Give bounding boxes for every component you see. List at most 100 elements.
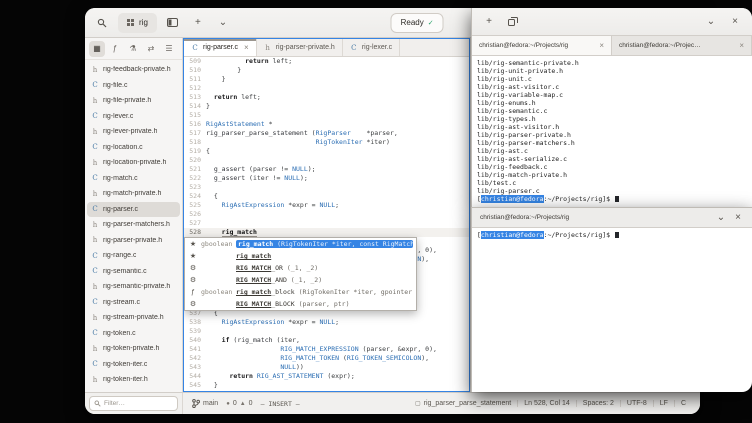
language-indicator[interactable]: C bbox=[673, 400, 692, 407]
completion-row[interactable]: ★ rig_match bbox=[185, 250, 416, 262]
close-icon[interactable]: × bbox=[739, 41, 744, 50]
filetype-icon: C bbox=[92, 205, 98, 214]
macro-icon: ⚙ bbox=[189, 265, 197, 272]
filetype-icon: h bbox=[92, 344, 98, 353]
eol-indicator[interactable]: LF bbox=[652, 400, 674, 407]
terminal-line: lib/rig-semantic-private.h bbox=[477, 59, 579, 67]
code-token: RIG_MATCH_EXPRESSION bbox=[280, 345, 359, 353]
terminal-menu-chevron[interactable]: ⌄ bbox=[702, 13, 720, 31]
terminal-1-close-button[interactable]: × bbox=[726, 13, 744, 31]
symbol-breadcrumb[interactable]: ▢ rig_parser_parse_statement bbox=[409, 400, 517, 407]
file-item[interactable]: Crig-stream.c bbox=[85, 295, 182, 311]
file-item[interactable]: Crig-match.c bbox=[85, 171, 182, 187]
encoding-indicator[interactable]: UTF-8 bbox=[619, 400, 653, 407]
completion-row[interactable]: ★ gboolean rig_match (RigTokenIter *iter, … bbox=[185, 238, 416, 250]
terminal-tab[interactable]: christian@fedora:~/Projects/rig × bbox=[472, 36, 612, 55]
completion-body: rig_match (RigTokenIter *iter, const Rig… bbox=[236, 240, 413, 248]
completion-row[interactable]: ⚙ RIG_MATCH_AND (_1, _2) bbox=[185, 274, 416, 286]
file-name: rig-parser-private.h bbox=[103, 236, 163, 244]
star-icon: ★ bbox=[189, 253, 197, 260]
file-name: rig-match-private.h bbox=[103, 190, 162, 198]
file-item[interactable]: h rig-token-iter.h bbox=[85, 372, 182, 388]
new-page-button[interactable]: + bbox=[189, 14, 207, 32]
completion-row[interactable]: ⚙ RIG_MATCH_BLOCK (parser, ptr) bbox=[185, 298, 416, 310]
terminal-window-2: christian@fedora:~/Projects/rig ⌄ × [chr… bbox=[471, 207, 752, 392]
diagnostics-indicator[interactable]: ● 0 ▲ 0 bbox=[226, 400, 252, 407]
file-item[interactable]: Crig-file.c bbox=[85, 78, 182, 94]
tab-label: rig-parser.c bbox=[203, 44, 239, 51]
file-item[interactable]: Crig-parser.c bbox=[87, 201, 180, 217]
file-item[interactable]: Crig-token.c bbox=[85, 326, 182, 342]
terminal-2-chevron[interactable]: ⌄ bbox=[715, 212, 727, 224]
sidebar-switcher-icon[interactable]: ▦ bbox=[89, 40, 105, 57]
terminal-1-content[interactable]: lib/rig-semantic-private.h lib/rig-unit-p… bbox=[472, 56, 752, 207]
line-number: 545 bbox=[189, 381, 201, 389]
terminal-line: lib/rig-match-private.h bbox=[477, 171, 568, 179]
file-item[interactable]: h rig-location-private.h bbox=[85, 155, 182, 171]
code-token: )) bbox=[296, 363, 304, 371]
line-number: 542 bbox=[189, 354, 201, 362]
build-status-button[interactable]: Ready ✓ bbox=[390, 12, 444, 33]
project-omnibox[interactable]: rig bbox=[118, 12, 157, 33]
branch-indicator[interactable]: main bbox=[192, 399, 218, 408]
symbol-icon: ▢ bbox=[415, 401, 421, 407]
project-name: rig bbox=[139, 18, 148, 27]
sidebar-switcher-icon[interactable]: ☰ bbox=[161, 41, 177, 57]
terminal-new-tab-button[interactable]: + bbox=[480, 13, 498, 31]
terminal-2-titlebar: christian@fedora:~/Projects/rig ⌄ × bbox=[472, 208, 752, 228]
editor-tab[interactable]: h rig-parser-private.h bbox=[257, 39, 343, 56]
func-icon: ƒ bbox=[191, 288, 195, 296]
terminal-tab[interactable]: christian@fedora:~/Projec… × bbox=[612, 36, 752, 55]
filetype-icon: C bbox=[92, 143, 98, 152]
file-item[interactable]: h rig-lever-private.h bbox=[85, 124, 182, 140]
cursor-position[interactable]: Ln 528, Col 14 bbox=[517, 400, 576, 407]
sidebar-switcher-icon[interactable]: ƒ bbox=[107, 41, 123, 57]
terminal-line: lib/rig-feedback.c bbox=[477, 163, 548, 171]
filter-input[interactable]: Filter… bbox=[89, 396, 178, 411]
branch-icon bbox=[192, 399, 200, 408]
file-item[interactable]: h rig-file-private.h bbox=[85, 93, 182, 109]
completion-row[interactable]: ƒ gboolean rig_match_block (RigTokenIter *… bbox=[185, 286, 416, 298]
editor-tab[interactable]: Crig-parser.c × bbox=[184, 39, 257, 56]
file-item[interactable]: h rig-semantic-private.h bbox=[85, 279, 182, 295]
editor-tab[interactable]: Crig-lexer.c bbox=[343, 39, 401, 56]
terminal-line: lib/rig-unit-private.h bbox=[477, 67, 564, 75]
terminal-2-close-button[interactable]: × bbox=[732, 212, 744, 224]
file-item[interactable]: Crig-lever.c bbox=[85, 109, 182, 125]
file-item[interactable]: Crig-location.c bbox=[85, 140, 182, 156]
line-number: 513 bbox=[189, 93, 201, 101]
star-icon: ★ bbox=[189, 241, 197, 248]
line-number: 527 bbox=[189, 219, 201, 227]
code-token: RIG_MATCH_TOKEN bbox=[280, 354, 340, 362]
file-item[interactable]: h rig-token-private.h bbox=[85, 341, 182, 357]
completion-row[interactable]: ⚙ RIG_MATCH_OR (_1, _2) bbox=[185, 262, 416, 274]
terminal-2-content[interactable]: [christian@fedora:~/Projects/rig]$ bbox=[472, 228, 752, 392]
line-number: 543 bbox=[189, 363, 201, 371]
file-item[interactable]: Crig-semantic.c bbox=[85, 264, 182, 280]
file-item[interactable]: Crig-range.c bbox=[85, 248, 182, 264]
return-type: gboolean bbox=[201, 288, 233, 296]
terminal-line: lib/rig-ast.c bbox=[477, 147, 528, 155]
page-chevron-button[interactable]: ⌄ bbox=[214, 14, 232, 32]
close-icon[interactable]: × bbox=[599, 41, 604, 50]
terminal-tab-overview-button[interactable] bbox=[504, 13, 522, 31]
code-area[interactable]: 509 return left; 510 } 511 } 512 513 return … bbox=[184, 57, 469, 391]
code-line: 528 rig_match bbox=[184, 228, 469, 237]
file-item[interactable]: h rig-match-private.h bbox=[85, 186, 182, 202]
search-button[interactable] bbox=[93, 14, 111, 32]
file-item[interactable]: h rig-parser-private.h bbox=[85, 233, 182, 249]
filetype-icon: h bbox=[92, 127, 98, 136]
file-item[interactable]: h rig-parser-matchers.h bbox=[85, 217, 182, 233]
file-item[interactable]: h rig-stream-private.h bbox=[85, 310, 182, 326]
sidebar-switcher-icon[interactable]: ⚗ bbox=[125, 41, 141, 57]
file-item[interactable]: Crig-token-iter.c bbox=[85, 357, 182, 373]
file-item[interactable]: h rig-feedback-private.h bbox=[85, 62, 182, 78]
close-tab-icon[interactable]: × bbox=[244, 43, 249, 52]
panel-toggle-button[interactable] bbox=[164, 14, 182, 32]
file-name: rig-match.c bbox=[103, 174, 138, 182]
code-token: *iter) bbox=[362, 138, 390, 146]
sidebar-switcher-icon[interactable]: ⇄ bbox=[143, 41, 159, 57]
tab-overview-icon bbox=[508, 17, 518, 26]
indentation-indicator[interactable]: Spaces: 2 bbox=[575, 400, 620, 407]
